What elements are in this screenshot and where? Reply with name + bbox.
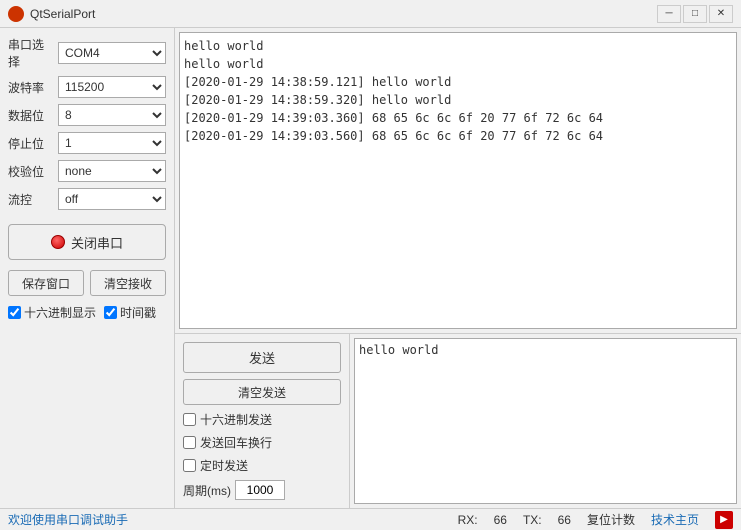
display-options: 十六进制显示 时间戳: [8, 304, 166, 321]
hex-display-checkbox[interactable]: [8, 306, 21, 319]
stop-select[interactable]: 1: [58, 132, 166, 154]
send-left-panel: 发送 清空发送 十六进制发送 发送回车换行 定时发送 周期(ms): [175, 334, 350, 508]
timestamp-label: 时间戳: [120, 304, 156, 321]
crlf-option: 发送回车换行: [183, 434, 341, 451]
timed-send-label: 定时发送: [200, 457, 248, 474]
timed-send-checkbox[interactable]: [183, 459, 196, 472]
hex-display-option: 十六进制显示: [8, 304, 96, 321]
data-row: 数据位 8: [8, 104, 166, 126]
send-section: 发送 清空发送 十六进制发送 发送回车换行 定时发送 周期(ms): [175, 333, 741, 508]
open-port-label: 关闭串口: [71, 233, 123, 252]
save-window-button[interactable]: 保存窗口: [8, 270, 84, 296]
period-input[interactable]: [235, 480, 285, 500]
tx-label: TX:: [523, 513, 542, 527]
hex-send-option: 十六进制发送: [183, 411, 341, 428]
flow-row: 流控 off: [8, 188, 166, 210]
period-row: 周期(ms): [183, 480, 341, 500]
data-select[interactable]: 8: [58, 104, 166, 126]
crlf-checkbox[interactable]: [183, 436, 196, 449]
baud-label: 波特率: [8, 79, 54, 96]
receive-area: hello world hello world [2020-01-29 14:3…: [179, 32, 737, 329]
bottom-buttons: 保存窗口 清空接收: [8, 270, 166, 296]
timestamp-option: 时间戳: [104, 304, 156, 321]
close-button[interactable]: ✕: [709, 5, 733, 23]
port-label: 串口选择: [8, 36, 54, 70]
send-button[interactable]: 发送: [183, 342, 341, 373]
parity-select[interactable]: none: [58, 160, 166, 182]
title-bar: QtSerialPort ─ □ ✕: [0, 0, 741, 28]
port-select[interactable]: COM4: [58, 42, 166, 64]
parity-row: 校验位 none: [8, 160, 166, 182]
hex-display-label: 十六进制显示: [24, 304, 96, 321]
window-controls: ─ □ ✕: [657, 5, 733, 23]
parity-label: 校验位: [8, 163, 54, 180]
status-right: RX: 66 TX: 66 复位计数 技术主页 ▶: [458, 511, 733, 529]
port-row: 串口选择 COM4: [8, 36, 166, 70]
welcome-text: 欢迎使用串口调试助手: [8, 511, 442, 528]
flow-label: 流控: [8, 191, 54, 208]
stop-label: 停止位: [8, 135, 54, 152]
stop-row: 停止位 1: [8, 132, 166, 154]
tech-link[interactable]: 技术主页: [651, 511, 699, 528]
reset-count-button[interactable]: 复位计数: [587, 511, 635, 528]
crlf-label: 发送回车换行: [200, 434, 272, 451]
data-label: 数据位: [8, 107, 54, 124]
timed-send-option: 定时发送: [183, 457, 341, 474]
go-button[interactable]: ▶: [715, 511, 733, 529]
flow-select[interactable]: off: [58, 188, 166, 210]
app-title: QtSerialPort: [30, 7, 95, 21]
maximize-button[interactable]: □: [683, 5, 707, 23]
clear-send-button[interactable]: 清空发送: [183, 379, 341, 405]
open-port-button[interactable]: 关闭串口: [8, 224, 166, 260]
port-status-indicator: [51, 235, 65, 249]
main-container: 串口选择 COM4 波特率 115200 数据位 8 停止位 1 校验位: [0, 28, 741, 508]
rx-label: RX:: [458, 513, 478, 527]
clear-display-button[interactable]: 清空接收: [90, 270, 166, 296]
minimize-button[interactable]: ─: [657, 5, 681, 23]
period-label: 周期(ms): [183, 482, 231, 499]
send-right-panel: [350, 334, 741, 508]
app-icon: [8, 6, 24, 22]
rx-value: 66: [494, 513, 507, 527]
right-panel: hello world hello world [2020-01-29 14:3…: [175, 28, 741, 508]
baud-select[interactable]: 115200: [58, 76, 166, 98]
tx-value: 66: [558, 513, 571, 527]
hex-send-label: 十六进制发送: [200, 411, 272, 428]
left-panel: 串口选择 COM4 波特率 115200 数据位 8 停止位 1 校验位: [0, 28, 175, 508]
status-bar: 欢迎使用串口调试助手 RX: 66 TX: 66 复位计数 技术主页 ▶: [0, 508, 741, 530]
timestamp-checkbox[interactable]: [104, 306, 117, 319]
baud-row: 波特率 115200: [8, 76, 166, 98]
title-bar-left: QtSerialPort: [8, 6, 95, 22]
send-textarea[interactable]: [354, 338, 737, 504]
hex-send-checkbox[interactable]: [183, 413, 196, 426]
